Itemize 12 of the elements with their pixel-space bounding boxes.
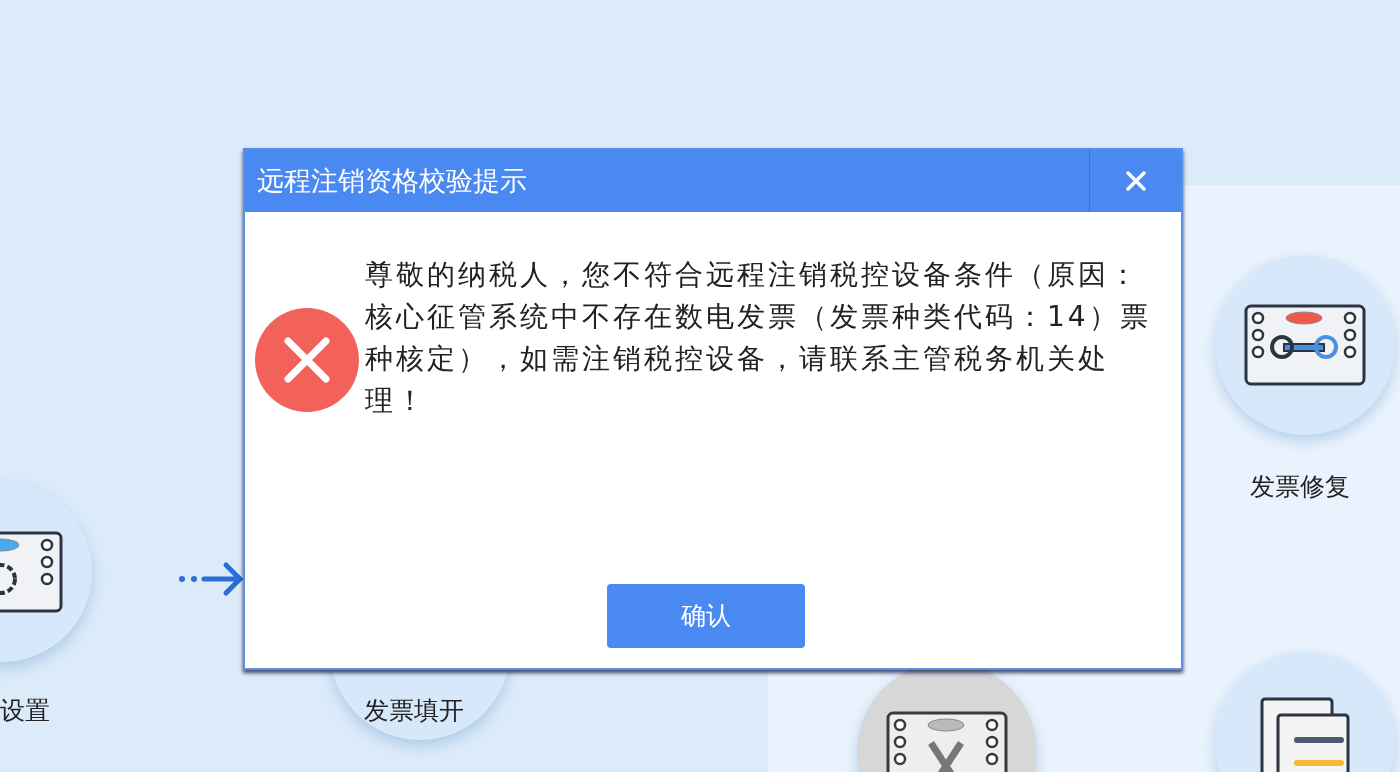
dotted-arrow-icon [178, 560, 244, 598]
tile-label: 发票填开 [364, 695, 464, 727]
confirm-button[interactable]: 确认 [607, 584, 805, 648]
tile-label: 设置 [0, 695, 50, 727]
error-icon [255, 308, 359, 412]
device-wrench-icon [1244, 304, 1366, 386]
error-message: 尊敬的纳税人，您不符合远程注销税控设备条件（原因：核心征管系统中不存在数电发票（发票种类代码：14）票种核定），如需注销税控设备，请联系主管税务机关处理！ [365, 257, 1152, 419]
close-icon [1124, 170, 1147, 192]
device-cross-icon [886, 711, 1008, 772]
tile-label: 发票修复 [1250, 471, 1350, 503]
document-icon [1260, 697, 1350, 772]
dialog-title: 远程注销资格校验提示 [256, 163, 528, 198]
